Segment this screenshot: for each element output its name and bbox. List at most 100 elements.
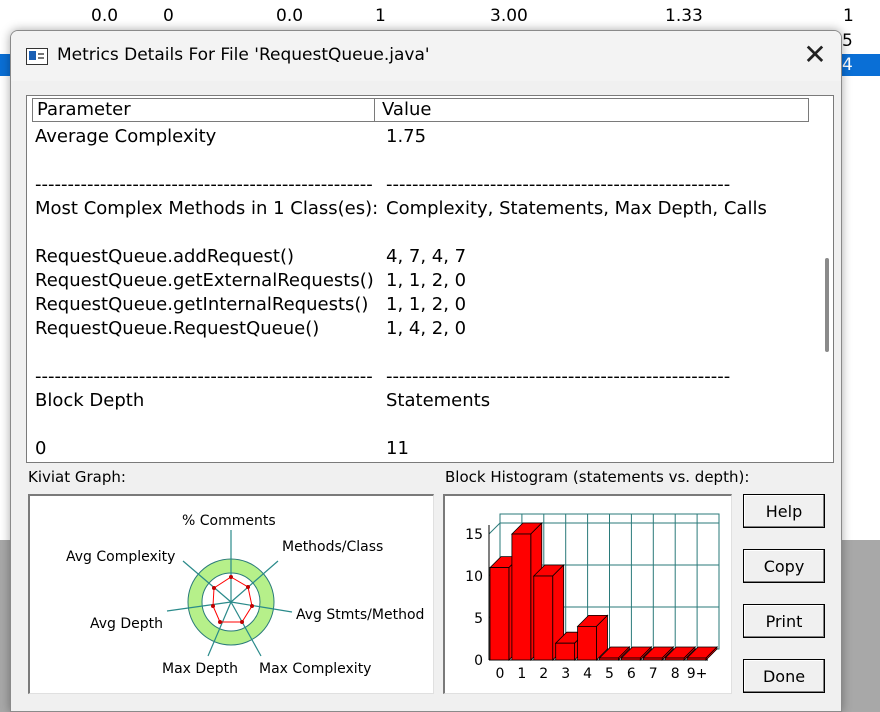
table-row[interactable]: RequestQueue.getInternalRequests() 1, 1, … xyxy=(35,294,815,318)
histogram-bar-face xyxy=(533,575,554,661)
kiviat-point xyxy=(240,620,244,624)
parameter-cell: Block Depth xyxy=(35,390,145,411)
bg-side-value: 4 xyxy=(842,55,853,75)
table-row[interactable]: Block Depth Statements xyxy=(35,390,815,414)
kiviat-point xyxy=(212,586,216,590)
value-cell: 1, 1, 2, 0 xyxy=(386,294,467,315)
value-cell: 1, 4, 2, 0 xyxy=(386,318,467,339)
value-cell: 4, 7, 4, 7 xyxy=(386,246,467,267)
histogram-y-tick-label: 5 xyxy=(474,611,483,627)
histogram-bar-face xyxy=(511,533,532,661)
histogram-bar-face xyxy=(577,625,597,661)
value-cell: Statements xyxy=(386,390,491,411)
vertical-scrollbar[interactable] xyxy=(821,96,833,462)
title-bar: Metrics Details For File 'RequestQueue.j… xyxy=(11,31,841,81)
table-row[interactable]: RequestQueue.getExternalRequests() 1, 1, … xyxy=(35,270,815,294)
histogram-x-tick-label: 3 xyxy=(561,666,570,682)
kiviat-graph: % Comments Methods/Class Avg Stmts/Metho… xyxy=(28,494,434,694)
histogram-gridline xyxy=(488,522,501,535)
app-icon xyxy=(26,48,48,65)
column-header-value[interactable]: Value xyxy=(375,99,808,121)
metrics-details-dialog: Metrics Details For File 'RequestQueue.j… xyxy=(10,30,842,712)
table-rows: Average Complexity 1.75 ------------------… xyxy=(35,126,815,462)
histogram-y-tick-label: 10 xyxy=(465,569,483,585)
table-row[interactable] xyxy=(35,342,815,366)
scrollbar-thumb[interactable] xyxy=(825,258,829,352)
bg-cell: 1 xyxy=(375,6,386,26)
value-cell: 1.75 xyxy=(386,126,427,147)
histogram-x-tick-label: 2 xyxy=(539,666,548,682)
table-row[interactable] xyxy=(35,150,815,174)
bg-cell: 1.33 xyxy=(665,6,703,26)
table-row[interactable]: Most Complex Methods in 1 Class(es): Comp… xyxy=(35,198,815,222)
kiviat-point xyxy=(246,585,250,589)
background-metrics-row: 0.0 0 0.0 1 3.00 1.33 1 xyxy=(0,0,880,34)
kiviat-axis-label: Avg Stmts/Method xyxy=(296,607,424,623)
dialog-title: Metrics Details For File 'RequestQueue.j… xyxy=(57,45,430,65)
bg-cell: 1 xyxy=(843,6,854,26)
histogram-y-tick-label: 0 xyxy=(474,653,483,669)
histogram-bar-face xyxy=(642,657,663,661)
bg-cell: 0.0 xyxy=(276,6,304,26)
histogram-bar-face xyxy=(664,657,685,661)
histogram-x-tick-label: 5 xyxy=(605,666,614,682)
parameter-cell: RequestQueue.RequestQueue() xyxy=(35,318,320,339)
histogram-bar-face xyxy=(620,657,641,661)
histogram-chart: 0510150 1 2 3 4 5 6 7 8 9+ xyxy=(465,513,720,682)
block-histogram-label: Block Histogram (statements vs. depth): xyxy=(445,468,750,486)
parameter-cell: Most Complex Methods in 1 Class(es): xyxy=(35,198,379,219)
value-cell: 11 xyxy=(386,438,409,459)
column-header-parameter[interactable]: Parameter xyxy=(33,99,375,121)
table-header: Parameter Value xyxy=(32,98,809,122)
kiviat-axis-label: Avg Complexity xyxy=(66,549,175,565)
kiviat-point xyxy=(218,620,222,624)
parameter-cell: RequestQueue.getExternalRequests() xyxy=(35,270,374,291)
kiviat-graph-label: Kiviat Graph: xyxy=(28,468,126,486)
bg-cell: 0.0 xyxy=(91,6,119,26)
kiviat-axis-label: Methods/Class xyxy=(282,539,383,555)
histogram-bar-face xyxy=(686,657,707,661)
close-button[interactable]: ✕ xyxy=(793,35,837,75)
block-histogram: 0 5 10 15 0 1 2 3 4 5 6 7 8 9+ xyxy=(443,494,732,694)
histogram-x-tick-label: 1 xyxy=(517,666,526,682)
histogram-x-tick-label: 7 xyxy=(649,666,658,682)
table-row[interactable]: ----------------------------------------… xyxy=(35,366,815,390)
parameter-cell: ----------------------------------------… xyxy=(35,366,373,387)
kiviat-point xyxy=(250,604,254,608)
table-row[interactable] xyxy=(35,222,815,246)
parameter-cell: 0 xyxy=(35,438,47,459)
kiviat-axis-label: % Comments xyxy=(182,513,276,529)
parameter-cell: ----------------------------------------… xyxy=(35,174,373,195)
bg-side-value: 5 xyxy=(842,31,853,51)
bg-cell: 0 xyxy=(163,6,174,26)
done-button[interactable]: Done xyxy=(743,659,825,693)
copy-button[interactable]: Copy xyxy=(743,549,825,583)
table-row[interactable]: Average Complexity 1.75 xyxy=(35,126,815,150)
kiviat-axis-label: Avg Depth xyxy=(90,616,163,632)
table-row[interactable]: 0 11 xyxy=(35,438,815,462)
table-row[interactable]: RequestQueue.addRequest() 4, 7, 4, 7 xyxy=(35,246,815,270)
bg-cell: 3.00 xyxy=(490,6,528,26)
value-cell: ----------------------------------------… xyxy=(386,174,731,195)
histogram-x-tick-label: 8 xyxy=(671,666,680,682)
parameter-cell: RequestQueue.getInternalRequests() xyxy=(35,294,369,315)
help-button[interactable]: Help xyxy=(743,494,825,528)
parameter-cell: RequestQueue.addRequest() xyxy=(35,246,295,267)
kiviat-point xyxy=(211,604,215,608)
value-cell: ----------------------------------------… xyxy=(386,366,731,387)
histogram-bar-face xyxy=(599,657,619,661)
table-row[interactable]: ----------------------------------------… xyxy=(35,174,815,198)
metrics-table[interactable]: Parameter Value Average Complexity 1.75 --… xyxy=(26,95,834,463)
histogram-bar xyxy=(576,614,609,661)
kiviat-axis-label: Max Complexity xyxy=(259,661,371,677)
histogram-bar-face xyxy=(489,567,510,661)
histogram-y-tick-label: 15 xyxy=(465,527,483,543)
histogram-x-tick-label: 9+ xyxy=(687,666,708,682)
print-button[interactable]: Print xyxy=(743,604,825,638)
histogram-x-tick-label: 0 xyxy=(495,666,504,682)
parameter-cell: Average Complexity xyxy=(35,126,217,147)
value-cell: Complexity, Statements, Max Depth, Calls xyxy=(386,198,767,219)
table-row[interactable]: RequestQueue.RequestQueue() 1, 4, 2, 0 xyxy=(35,318,815,342)
kiviat-point xyxy=(229,575,233,579)
table-row[interactable] xyxy=(35,414,815,438)
